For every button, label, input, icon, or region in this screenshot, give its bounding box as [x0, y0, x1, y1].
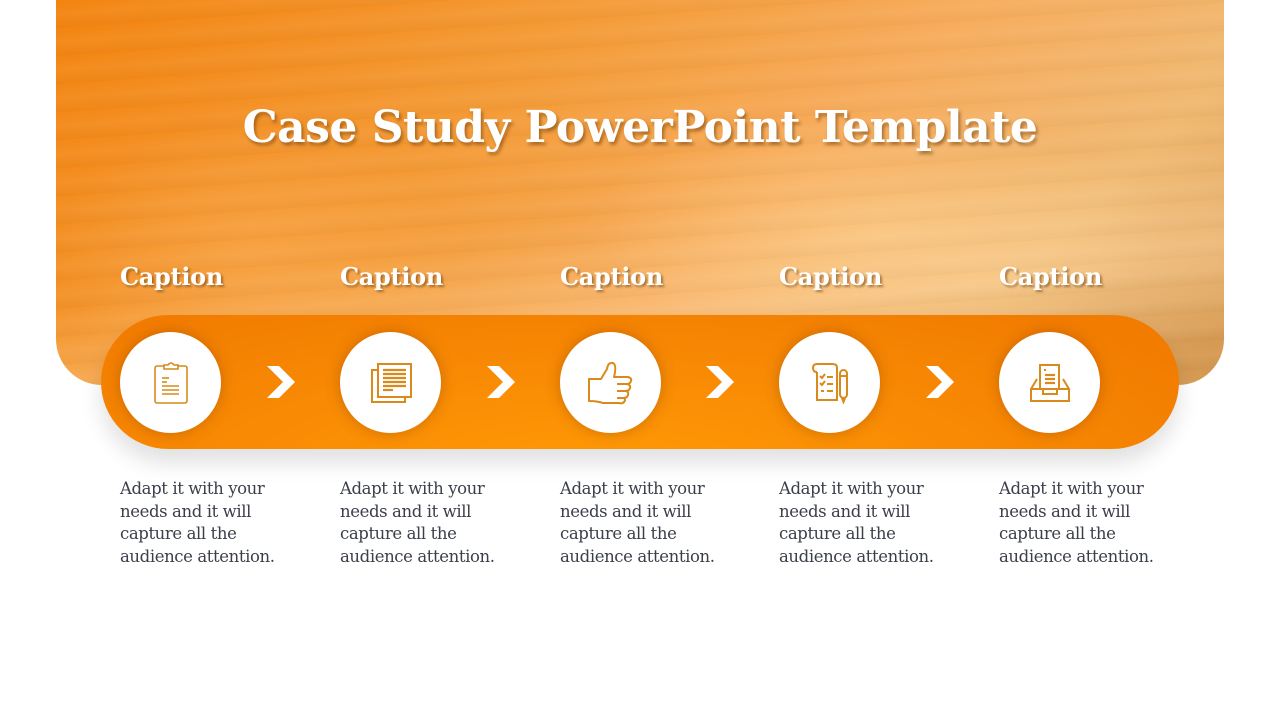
- step-description-3: Adapt it with your needs and it will cap…: [560, 479, 715, 566]
- chevron-right-icon: [706, 366, 734, 398]
- slide-title: Case Study PowerPoint Template: [242, 102, 1038, 153]
- chevron-right-icon: [926, 366, 954, 398]
- checklist-pen-icon: [811, 362, 848, 404]
- step-caption-3: Caption: [560, 262, 663, 291]
- clipboard-icon: [153, 361, 188, 404]
- step-caption-4: Caption: [779, 262, 882, 291]
- step-circle-3: [560, 332, 661, 433]
- chevron-right-icon: [487, 366, 515, 398]
- inbox-tray-icon: [1029, 363, 1070, 402]
- step-caption-1: Caption: [120, 262, 223, 291]
- step-description-4: Adapt it with your needs and it will cap…: [779, 479, 934, 566]
- step-circle-1: [120, 332, 221, 433]
- step-description-2: Adapt it with your needs and it will cap…: [340, 479, 495, 566]
- step-circle-2: [340, 332, 441, 433]
- chevron-right-icon: [267, 366, 295, 398]
- thumbs-up-icon: [587, 361, 632, 404]
- step-caption-2: Caption: [340, 262, 443, 291]
- step-circle-4: [779, 332, 880, 433]
- step-description-5: Adapt it with your needs and it will cap…: [999, 479, 1154, 566]
- step-description-1: Adapt it with your needs and it will cap…: [120, 479, 275, 566]
- documents-icon: [370, 362, 412, 403]
- step-caption-5: Caption: [999, 262, 1102, 291]
- step-circle-5: [999, 332, 1100, 433]
